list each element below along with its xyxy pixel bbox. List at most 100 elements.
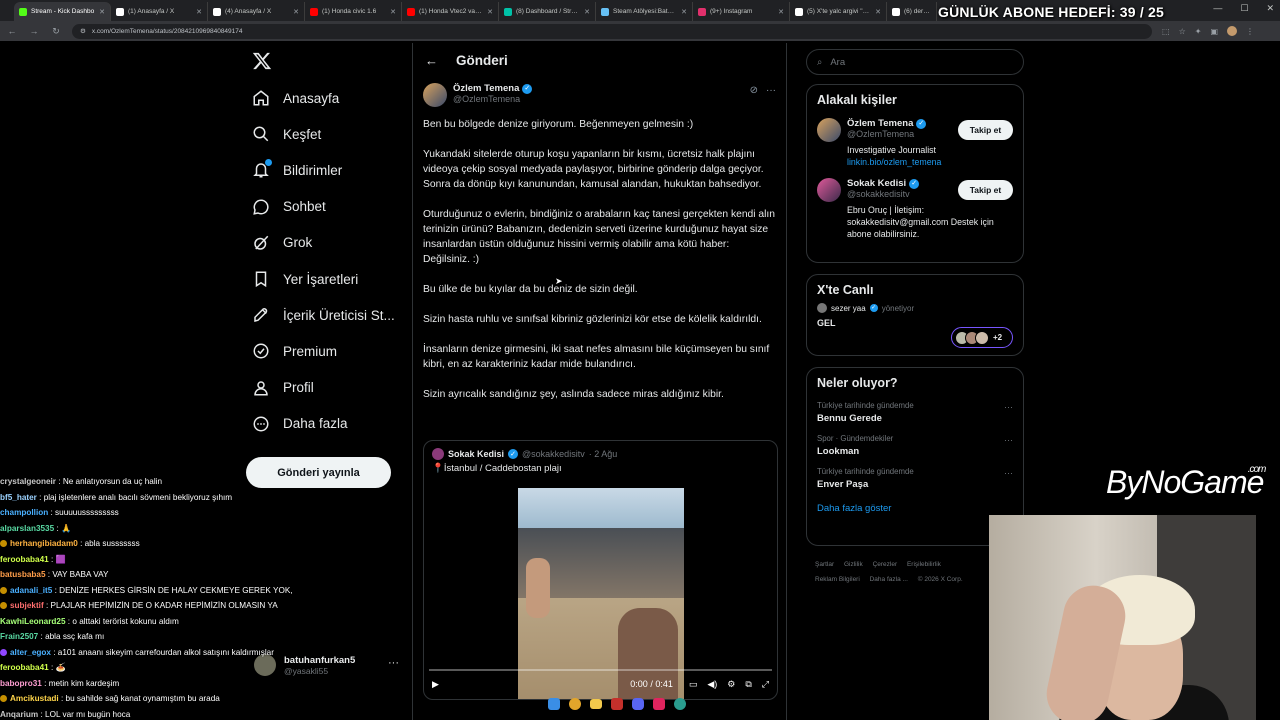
close-tab-icon[interactable]: ✕ — [778, 8, 784, 16]
bio-link[interactable]: linkin.bio/ozlem_temena — [847, 156, 941, 168]
discord-icon[interactable] — [632, 698, 644, 710]
browser-tab[interactable]: (4) Anasayfa / X ✕ — [208, 2, 305, 21]
close-tab-icon[interactable]: ✕ — [293, 8, 299, 16]
nav-item-explore[interactable]: Keşfet — [250, 116, 395, 152]
fullscreen-icon[interactable]: ⤢ — [762, 679, 769, 690]
nav-item-premium[interactable]: Premium — [250, 333, 395, 369]
close-window-icon[interactable]: ✕ — [1266, 3, 1274, 14]
footer-link[interactable]: Çerezler — [873, 561, 898, 568]
settings-icon[interactable]: ⚙ — [727, 679, 735, 690]
trend-item[interactable]: Türkiye tarihinde gündemde Enver Paşa ··… — [807, 462, 1023, 495]
nav-label: Sohbet — [283, 199, 326, 215]
more-options-icon[interactable]: ··· — [1004, 435, 1013, 445]
sub-badge-icon — [0, 540, 7, 548]
folder-icon[interactable] — [590, 699, 602, 709]
close-tab-icon[interactable]: ✕ — [487, 8, 493, 16]
live-listeners[interactable]: +2 — [951, 327, 1013, 348]
nav-item-more[interactable]: Daha fazla — [250, 406, 395, 442]
browser-tab[interactable]: (9+) Instagram ✕ — [693, 2, 790, 21]
person-name: Özlem Temena ✓ — [847, 118, 941, 129]
person-bio: Investigative Journalist linkin.bio/ozlem… — [847, 144, 941, 168]
close-tab-icon[interactable]: ✕ — [390, 8, 396, 16]
more-options-icon[interactable]: ··· — [766, 85, 776, 96]
nav-label: Premium — [283, 343, 338, 359]
profile-avatar[interactable] — [1227, 26, 1237, 36]
more-options-icon[interactable]: ··· — [1004, 468, 1013, 478]
grok-icon[interactable]: ⊘ — [750, 85, 758, 96]
pip-icon[interactable]: ⧉ — [745, 679, 751, 690]
browser-tab[interactable]: (1) Honda civic 1.6 ✕ — [305, 2, 402, 21]
window-controls: — ☐ ✕ — [1213, 3, 1274, 14]
nav-item-notifications[interactable]: Bildirimler — [250, 152, 395, 188]
browser-tab[interactable]: (1) Honda Vtec2 varen ✕ — [402, 2, 499, 21]
person-handle: @OzlemTemena — [847, 129, 915, 139]
browser-tab[interactable]: Steam Atölyesi:Batuha ✕ — [596, 2, 693, 21]
live-host[interactable]: sezer yaa ✓ yönetiyor — [807, 303, 1023, 313]
back-arrow-icon[interactable]: ← — [425, 53, 438, 68]
footer-link[interactable]: Gizlilik — [844, 561, 863, 568]
back-icon[interactable]: ← — [6, 26, 18, 36]
nav-item-profile[interactable]: Profil — [250, 370, 395, 406]
avatar[interactable] — [423, 83, 447, 107]
close-tab-icon[interactable]: ✕ — [681, 8, 687, 16]
footer-link[interactable]: Daha fazla ... — [870, 576, 908, 583]
browser-tab[interactable]: (5) X'te yalc argivi "deri ✕ — [790, 2, 887, 21]
browser-tab[interactable]: (1) Anasayfa / X ✕ — [111, 2, 208, 21]
follow-button[interactable]: Takip et — [958, 180, 1013, 200]
person-card[interactable]: Sokak Kedisi ✓ @sokakkedisitv Ebru Oruç |… — [807, 173, 1023, 245]
close-tab-icon[interactable]: ✕ — [99, 8, 105, 16]
nav-item-bookmarks[interactable]: Yer İşaretleri — [250, 261, 395, 297]
quoted-post[interactable]: Sokak Kedisi ✓ @sokakkedisitv · 2 Ağu 📍İ… — [423, 440, 778, 700]
video-time: 0:00 / 0:41 — [630, 679, 673, 689]
reload-icon[interactable]: ↻ — [50, 26, 62, 37]
account-menu-icon[interactable]: ··· — [388, 657, 399, 669]
author-handle[interactable]: @OzlemTemena — [453, 94, 532, 104]
nav-item-creator-studio[interactable]: İçerik Üreticisi St... — [250, 297, 395, 333]
extension-icon[interactable]: ✦ — [1195, 27, 1202, 36]
nav-item-chat[interactable]: Sohbet — [250, 189, 395, 225]
search-icon — [252, 125, 270, 143]
windows-start-icon[interactable] — [548, 698, 560, 710]
follow-button[interactable]: Takip et — [958, 120, 1013, 140]
browser-tab[interactable]: Stream - Kick Dashbo ✕ — [14, 2, 111, 21]
app-icon[interactable] — [674, 698, 686, 710]
puzzle-icon[interactable]: ▣ — [1210, 27, 1218, 36]
search-box[interactable]: ⌕ Ara — [806, 49, 1024, 75]
close-tab-icon[interactable]: ✕ — [196, 8, 202, 16]
menu-icon[interactable]: ⋮ — [1246, 27, 1254, 36]
maximize-icon[interactable]: ☐ — [1240, 3, 1248, 14]
captions-icon[interactable]: ▭ — [689, 679, 698, 690]
chat-user: adanali_it5 — [10, 585, 53, 595]
video-progress-bar[interactable] — [429, 669, 772, 671]
trend-item[interactable]: Türkiye tarihinde gündemde Bennu Gerede … — [807, 396, 1023, 429]
address-bar[interactable]: ⚙ x.com/OzlemTemena/status/2084210969840… — [72, 23, 1152, 39]
tab-favicon-icon — [698, 7, 706, 16]
app-icon[interactable] — [611, 698, 623, 710]
forward-icon[interactable]: → — [28, 26, 40, 36]
app-icon[interactable] — [653, 698, 665, 710]
footer-link[interactable]: Erişilebilirlik — [907, 561, 941, 568]
nav-item-home[interactable]: Anasayfa — [250, 80, 395, 116]
author-name[interactable]: Özlem Temena ✓ — [453, 83, 533, 94]
play-icon[interactable]: ▶ — [432, 679, 439, 690]
browser-tab[interactable]: (8) Dashboard / Stream ✕ — [499, 2, 596, 21]
nav-item-grok[interactable]: Grok — [250, 225, 395, 261]
stream-chat-overlay: crystalgeoneir : Ne anlatıyorsun da uç h… — [0, 474, 340, 720]
close-tab-icon[interactable]: ✕ — [584, 8, 590, 16]
person-card[interactable]: Özlem Temena ✓ @OzlemTemena Investigative… — [807, 113, 1023, 173]
close-tab-icon[interactable]: ✕ — [875, 8, 881, 16]
screen: Stream - Kick Dashbo ✕ (1) Anasayfa / X ✕ … — [0, 0, 1280, 720]
minimize-icon[interactable]: — — [1213, 3, 1222, 14]
trend-item[interactable]: Spor · Gündemdekiler Lookman ··· — [807, 429, 1023, 462]
footer-link[interactable]: Şartlar — [815, 561, 834, 568]
trend-context: Spor · Gündemdekiler — [817, 434, 894, 443]
site-info-icon[interactable]: ⚙ — [80, 27, 86, 35]
volume-icon[interactable]: ◀) — [707, 679, 717, 690]
install-icon[interactable]: ⬚ — [1162, 27, 1170, 36]
more-options-icon[interactable]: ··· — [1004, 402, 1013, 412]
browser-tab[interactable]: (6) derbederbe — [887, 2, 937, 21]
x-logo-icon[interactable] — [251, 51, 273, 73]
chrome-icon[interactable] — [569, 698, 581, 710]
bookmark-star-icon[interactable]: ☆ — [1179, 27, 1186, 36]
footer-link[interactable]: Reklam Bilgileri — [815, 576, 860, 583]
